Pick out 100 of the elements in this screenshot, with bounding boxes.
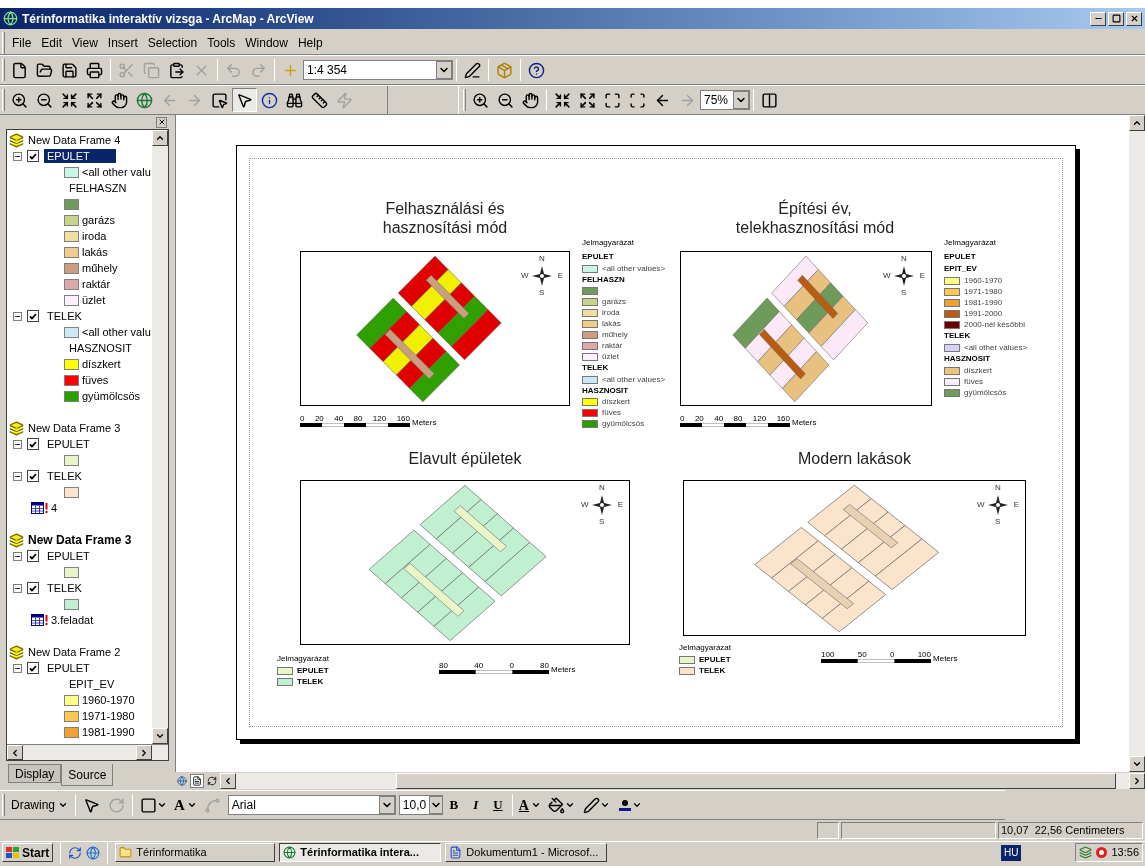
scroll-left-button[interactable]	[7, 745, 23, 760]
data-frame-name[interactable]: New Data Frame 3	[28, 531, 132, 549]
scroll-up-button[interactable]	[1129, 115, 1145, 131]
data-frame-name[interactable]: New Data Frame 2	[28, 643, 121, 661]
layer-name[interactable]: EPULET	[44, 549, 93, 563]
refresh-button[interactable]	[205, 774, 219, 788]
toc-tab[interactable]: Display	[8, 764, 62, 783]
layer-checkbox[interactable]	[27, 150, 39, 162]
scroll-up-button[interactable]	[152, 130, 168, 146]
toolbox-icon	[496, 61, 513, 79]
browser-icon[interactable]	[86, 845, 101, 860]
menu-item[interactable]: Tools	[202, 33, 241, 52]
scale-tick: 40	[714, 414, 724, 423]
text-tool-button[interactable]: A	[171, 793, 200, 817]
map-title: Elavult épületek	[407, 449, 523, 468]
tray-app-icon[interactable]	[1095, 846, 1109, 859]
table-name[interactable]: 4	[51, 499, 58, 517]
scale-tick: 160	[776, 414, 790, 423]
collapse-toggle[interactable]	[13, 583, 22, 593]
north-arrow-icon	[591, 494, 613, 516]
menu-item[interactable]: Edit	[36, 33, 68, 52]
font-color-button[interactable]: A	[515, 794, 544, 816]
caret-icon	[565, 800, 575, 810]
layer-checkbox[interactable]	[27, 582, 39, 594]
legend-label: iroda	[602, 308, 620, 317]
scale-combo[interactable]: 10,0	[398, 795, 443, 815]
checkmark-icon	[29, 152, 37, 160]
collapse-toggle[interactable]	[13, 551, 22, 561]
layer-checkbox[interactable]	[27, 550, 39, 562]
scale-combo[interactable]: Arial	[227, 795, 396, 815]
scale-combo[interactable]: 75%	[700, 90, 750, 110]
layer-name[interactable]: TELEK	[44, 581, 85, 595]
maximize-button[interactable]	[1108, 11, 1124, 26]
collapse-toggle[interactable]	[13, 439, 22, 449]
data-frame-name[interactable]: New Data Frame 3	[28, 419, 121, 437]
layer-name[interactable]: TELEK	[44, 469, 85, 483]
close-button[interactable]	[156, 116, 167, 128]
font-style-button[interactable]: I	[464, 795, 487, 815]
layer-name[interactable]: EPULET	[44, 437, 93, 451]
compass-letter: N	[995, 484, 1001, 492]
taskbar-button[interactable]: Dokumentum1 - Microsof...	[445, 843, 608, 862]
scale-tick: 0	[889, 650, 895, 659]
horizontal-scrollbar[interactable]	[7, 744, 168, 760]
caret-icon	[186, 800, 197, 810]
scroll-down-button[interactable]	[1129, 756, 1145, 772]
compass-letter: S	[995, 518, 1001, 526]
collapse-toggle[interactable]	[13, 151, 22, 161]
checkmark-icon	[29, 472, 37, 480]
layer-checkbox[interactable]	[27, 662, 39, 674]
scroll-right-button[interactable]	[136, 745, 152, 760]
collapse-toggle[interactable]	[13, 311, 22, 321]
minimize-button[interactable]	[1090, 11, 1106, 26]
scale-combo[interactable]: 1:4 354	[303, 60, 453, 80]
taskbar-button[interactable]: Térinformatika intera...	[279, 843, 442, 862]
scroll-thumb[interactable]	[396, 773, 1116, 789]
menu-item[interactable]: File	[7, 33, 37, 52]
data-view-button[interactable]	[175, 774, 189, 788]
menu-item[interactable]: Window	[240, 33, 293, 52]
scroll-left-button[interactable]	[220, 773, 236, 789]
scroll-right-button[interactable]	[1129, 773, 1145, 789]
layer-name[interactable]: TELEK	[44, 309, 85, 323]
dropdown-button[interactable]	[733, 91, 749, 109]
legend-label: üzlet	[82, 292, 106, 308]
status-field	[817, 822, 839, 839]
taskbar-button[interactable]: Térinformatika	[115, 843, 276, 862]
font-style-button[interactable]: U	[486, 795, 509, 815]
undo-icon	[225, 61, 242, 79]
layer-name[interactable]: EPULET	[44, 149, 116, 163]
layer-checkbox[interactable]	[27, 310, 39, 322]
dropdown-button[interactable]	[429, 796, 444, 814]
legend-heading: EPIT_EV	[69, 678, 115, 690]
refresh-icon[interactable]	[68, 845, 83, 860]
horizontal-scrollbar[interactable]	[220, 773, 1145, 789]
dropdown-button[interactable]	[436, 61, 452, 79]
menu-item[interactable]: Selection	[142, 33, 203, 52]
layer-checkbox[interactable]	[27, 438, 39, 450]
font-style-button[interactable]: B	[442, 795, 465, 815]
collapse-toggle[interactable]	[13, 471, 22, 481]
legend-label: gyümölcsös	[82, 388, 141, 404]
table-name[interactable]: 3.feladat	[51, 611, 94, 629]
layout-view-button[interactable]	[190, 774, 204, 788]
layer-name[interactable]: EPULET	[44, 661, 93, 675]
layers-icon	[9, 644, 24, 660]
toc-tab[interactable]: Source	[61, 764, 114, 786]
pointer-button[interactable]	[232, 88, 257, 112]
menu-item[interactable]: Insert	[102, 33, 143, 52]
legend-label: műhely	[82, 260, 118, 276]
collapse-toggle[interactable]	[13, 663, 22, 673]
vertical-scrollbar[interactable]	[1129, 115, 1145, 772]
language-indicator[interactable]: HU	[1001, 844, 1022, 861]
drawing-menu[interactable]: Drawing	[7, 796, 72, 814]
data-frame-name[interactable]: New Data Frame 4	[28, 131, 121, 149]
menu-item[interactable]: Help	[292, 33, 328, 52]
legend-group: TELEK	[944, 330, 1028, 342]
dropdown-button[interactable]	[378, 796, 395, 814]
menu-item[interactable]: View	[67, 33, 103, 52]
layer-checkbox[interactable]	[27, 470, 39, 482]
start-button[interactable]: Start	[2, 843, 54, 862]
scroll-down-button[interactable]	[152, 728, 168, 744]
vertical-scrollbar[interactable]	[152, 130, 168, 744]
